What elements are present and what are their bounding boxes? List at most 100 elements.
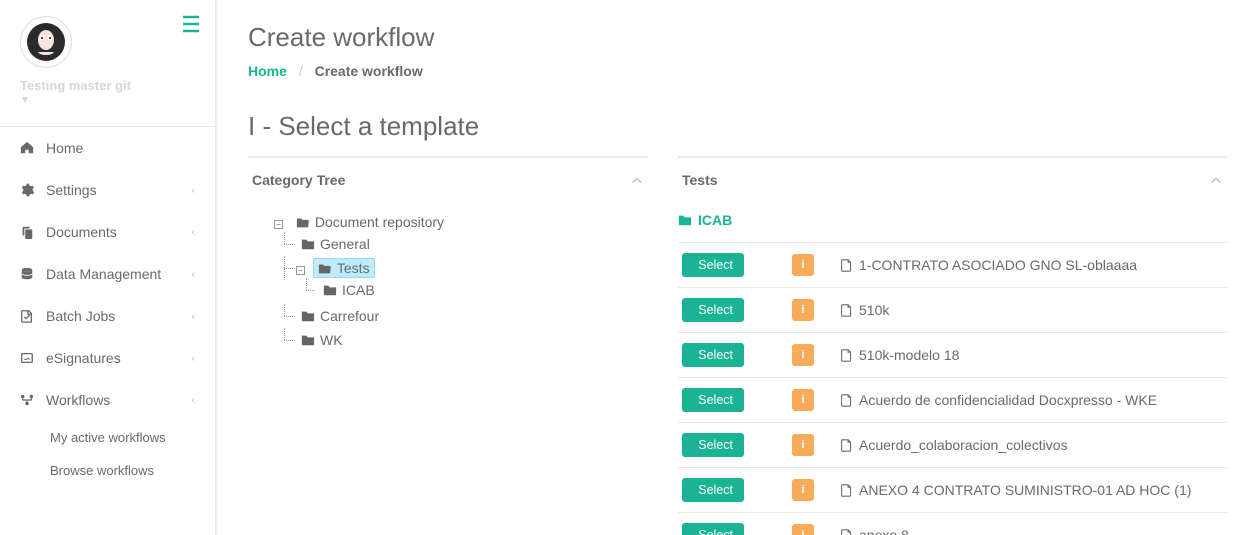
chevron-left-icon: ‹ xyxy=(192,395,195,406)
folder-icon xyxy=(323,283,337,297)
file-name-label: 510k xyxy=(859,302,889,318)
chevron-left-icon: ‹ xyxy=(192,353,195,364)
signature-icon xyxy=(20,351,34,365)
file-icon xyxy=(840,304,853,317)
avatar[interactable] xyxy=(20,16,72,68)
tree-node-general[interactable]: General xyxy=(296,234,375,254)
nav-data-management[interactable]: Data Management ‹ xyxy=(0,253,215,295)
avatar-icon xyxy=(26,22,66,62)
template-list-title: Tests xyxy=(682,172,718,188)
file-name-label: Acuerdo_colaboracion_colectivos xyxy=(859,437,1068,453)
info-button[interactable]: i xyxy=(792,254,814,276)
info-button[interactable]: i xyxy=(792,479,814,501)
tree-node-wk[interactable]: WK xyxy=(296,330,348,350)
main-content: Create workflow Home / Create workflow I… xyxy=(216,0,1257,535)
nav-sub-my-active-workflows[interactable]: My active workflows xyxy=(0,421,215,454)
user-menu-toggle[interactable]: Testing master git xyxy=(20,78,195,93)
select-button[interactable]: Select xyxy=(682,433,744,457)
file-icon xyxy=(840,349,853,362)
breadcrumb: Home / Create workflow xyxy=(248,63,1227,79)
select-button[interactable]: Select xyxy=(682,478,744,502)
select-button[interactable]: Select xyxy=(682,388,744,412)
nav-data-management-label: Data Management xyxy=(46,266,161,282)
info-icon: i xyxy=(801,349,804,361)
nav-home[interactable]: Home xyxy=(0,127,215,169)
tasks-icon xyxy=(20,309,34,323)
subfolder-label: ICAB xyxy=(698,212,732,228)
folder-icon xyxy=(301,333,315,347)
info-icon: i xyxy=(801,484,804,496)
page-title: Create workflow xyxy=(248,22,1227,53)
select-button[interactable]: Select xyxy=(682,523,744,535)
file-name-label: 510k-modelo 18 xyxy=(859,347,959,363)
info-button[interactable]: i xyxy=(792,389,814,411)
tree-toggle[interactable]: − xyxy=(296,266,305,275)
file-row: Select i ANEXO 4 CONTRATO SUMINISTRO-01 AD… xyxy=(678,467,1227,512)
info-button[interactable]: i xyxy=(792,344,814,366)
info-icon: i xyxy=(801,259,804,271)
file-row: Select i 1-CONTRATO ASOCIADO GNO SL-oblaaa… xyxy=(678,242,1227,287)
menu-toggle-button[interactable] xyxy=(181,14,201,34)
category-tree-title: Category Tree xyxy=(252,172,345,188)
select-button[interactable]: Select xyxy=(682,298,744,322)
folder-open-icon xyxy=(296,215,310,229)
info-icon: i xyxy=(801,304,804,316)
select-button[interactable]: Select xyxy=(682,343,744,367)
panel-collapse-button[interactable] xyxy=(1209,172,1223,188)
chevron-left-icon: ‹ xyxy=(192,227,195,238)
tree-toggle[interactable]: − xyxy=(274,220,283,229)
section-title: I - Select a template xyxy=(248,111,1227,142)
file-link[interactable]: Acuerdo de confidencialidad Docxpresso -… xyxy=(840,392,1157,408)
info-button[interactable]: i xyxy=(792,524,814,535)
tree-node-tests[interactable]: Tests xyxy=(313,258,375,278)
file-row: Select i Acuerdo_colaboracion_colectivos xyxy=(678,422,1227,467)
file-link[interactable]: 510k xyxy=(840,302,889,318)
file-link[interactable]: 1-CONTRATO ASOCIADO GNO SL-oblaaaa xyxy=(840,257,1137,273)
template-list-panel: Tests ICAB Select i 1-CONTRATO ASOCIADO GN… xyxy=(678,156,1227,535)
select-button-label: Select xyxy=(698,258,733,272)
tree-node-label: Document repository xyxy=(315,214,444,230)
tree-node-icab[interactable]: ICAB xyxy=(318,280,380,300)
info-icon: i xyxy=(801,529,804,535)
file-link[interactable]: 510k-modelo 18 xyxy=(840,347,959,363)
tree-node-root[interactable]: Document repository xyxy=(291,212,449,232)
select-button-label: Select xyxy=(698,528,733,535)
file-name-label: Acuerdo de confidencialidad Docxpresso -… xyxy=(859,392,1157,408)
subfolder-link[interactable]: ICAB xyxy=(678,202,1227,242)
nav-batch-jobs[interactable]: Batch Jobs ‹ xyxy=(0,295,215,337)
file-row: Select i Acuerdo de confidencialidad Docxp… xyxy=(678,377,1227,422)
file-link[interactable]: anexo 8 xyxy=(840,527,909,535)
nav-batch-jobs-label: Batch Jobs xyxy=(46,308,115,324)
file-row: Select i 510k xyxy=(678,287,1227,332)
info-icon: i xyxy=(801,394,804,406)
file-name-label: ANEXO 4 CONTRATO SUMINISTRO-01 AD HOC (1… xyxy=(859,482,1191,498)
info-icon: i xyxy=(801,439,804,451)
caret-down-icon: ▼ xyxy=(20,95,195,106)
nav-esignatures-label: eSignatures xyxy=(46,350,121,366)
sidebar: Testing master git ▼ Home Settings ‹ Doc… xyxy=(0,0,216,535)
folder-open-icon xyxy=(318,261,332,275)
file-link[interactable]: Acuerdo_colaboracion_colectivos xyxy=(840,437,1068,453)
select-button[interactable]: Select xyxy=(682,253,744,277)
file-row: Select i anexo 8 xyxy=(678,512,1227,535)
chevron-up-icon xyxy=(1209,174,1223,188)
nav-workflows[interactable]: Workflows ‹ xyxy=(0,379,215,421)
nav-sub-browse-workflows[interactable]: Browse workflows xyxy=(0,454,215,487)
nav-documents[interactable]: Documents ‹ xyxy=(0,211,215,253)
breadcrumb-home-link[interactable]: Home xyxy=(248,63,287,79)
chevron-left-icon: ‹ xyxy=(192,269,195,280)
info-button[interactable]: i xyxy=(792,434,814,456)
gear-icon xyxy=(20,183,34,197)
select-button-label: Select xyxy=(698,348,733,362)
tree-node-carrefour[interactable]: Carrefour xyxy=(296,306,384,326)
chevron-left-icon: ‹ xyxy=(192,185,195,196)
chevron-left-icon: ‹ xyxy=(192,311,195,322)
nav-settings[interactable]: Settings ‹ xyxy=(0,169,215,211)
panel-collapse-button[interactable] xyxy=(630,172,644,188)
info-button[interactable]: i xyxy=(792,299,814,321)
copy-icon xyxy=(20,225,34,239)
file-link[interactable]: ANEXO 4 CONTRATO SUMINISTRO-01 AD HOC (1… xyxy=(840,482,1191,498)
file-icon xyxy=(840,394,853,407)
nav-esignatures[interactable]: eSignatures ‹ xyxy=(0,337,215,379)
tree-node-label: Tests xyxy=(337,260,370,276)
